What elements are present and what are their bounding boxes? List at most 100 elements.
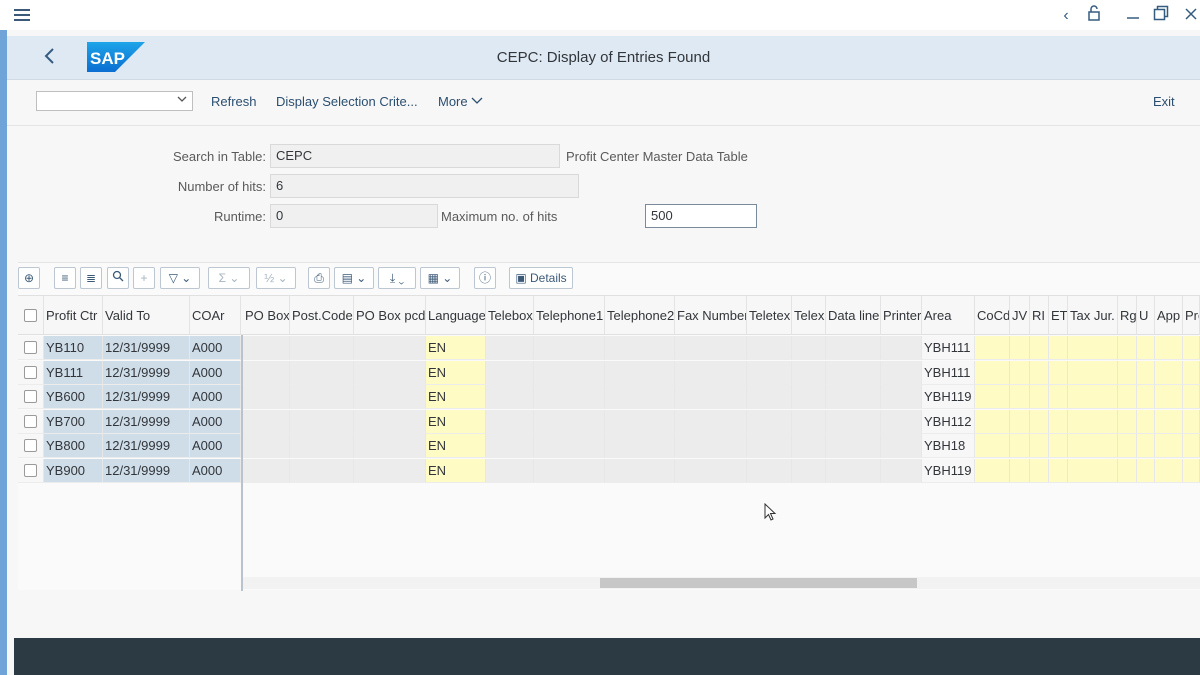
column-header[interactable]: Telebox [486,296,534,335]
column-header[interactable]: Pro [1183,296,1200,335]
exit-button[interactable]: Exit [1153,94,1175,109]
sort-descending-icon[interactable]: ≣ [80,267,102,289]
column-header[interactable]: Printer [881,296,922,335]
scrollbar-thumb[interactable] [600,578,917,588]
column-header[interactable]: COAr [190,296,241,335]
empty-cell [1030,385,1049,409]
restore-icon[interactable] [1150,5,1172,27]
minimize-icon[interactable] [1122,5,1144,27]
subtotal-icon[interactable]: ½ ⌄ [256,267,296,289]
column-header[interactable]: Telephone1 [534,296,605,335]
column-header[interactable]: Telephone2 [605,296,675,335]
empty-cell [792,385,826,409]
empty-cell [486,336,534,360]
search-table-label: Search in Table: [173,149,266,164]
print-icon[interactable]: ⎙ [308,267,330,289]
empty-cell [290,458,354,483]
empty-cell [1010,385,1030,409]
table-row[interactable]: YB700 12/31/9999 A000 EN YBH112 [18,409,1200,434]
empty-cell [1030,360,1049,385]
find-next-icon[interactable]: + [133,267,155,289]
more-button[interactable]: More [438,94,483,109]
column-header[interactable]: Rg [1118,296,1137,335]
table-row[interactable]: YB600 12/31/9999 A000 EN YBH119 [18,385,1200,409]
filter-icon[interactable]: ▽ ⌄ [160,267,200,289]
select-all-checkbox[interactable] [24,309,37,322]
chevron-down-icon [471,97,483,104]
column-header[interactable]: Teletex [747,296,792,335]
empty-cell [1068,434,1118,458]
table-row[interactable]: YB900 12/31/9999 A000 EN YBH119 [18,458,1200,483]
export-icon[interactable]: ⤓ ⌄ [378,267,416,289]
cell-area: YBH119 [922,458,975,483]
empty-cell [881,458,922,483]
row-checkbox[interactable] [24,414,37,428]
maximum-hits-input[interactable]: 500 [645,204,757,228]
cell-valid-to: 12/31/9999 [103,385,190,409]
empty-cell [1118,409,1137,434]
column-header[interactable]: Tax Jur. [1068,296,1118,335]
table-row[interactable]: YB800 12/31/9999 A000 EN YBH18 [18,434,1200,458]
empty-cell [354,434,426,458]
chevron-left-icon[interactable]: ‹ [1055,5,1077,27]
column-header[interactable]: JV [1010,296,1030,335]
empty-cell [826,385,881,409]
empty-cell [605,336,675,360]
table-row[interactable]: YB111 12/31/9999 A000 EN YBH111 [18,360,1200,385]
sort-ascending-icon[interactable]: ≡ [54,267,76,289]
column-header[interactable]: Telex [792,296,826,335]
row-checkbox[interactable] [24,341,37,354]
hamburger-menu-icon[interactable] [14,9,30,21]
column-header[interactable]: Post.Code [290,296,354,335]
empty-cell [354,458,426,483]
cell-valid-to: 12/31/9999 [103,360,190,385]
mouse-cursor-icon [764,503,777,521]
grid-toolbar: ⊕ ≡ ≣ + ▽ ⌄ Σ ⌄ ½ ⌄ ⎙ ▤ ⌄ ⤓ ⌄ ▦ ⌄ ⓘ ▣ De… [18,263,1200,295]
sum-icon[interactable]: Σ ⌄ [208,267,250,289]
empty-cell [534,434,605,458]
details-button[interactable]: ▣ Details [509,267,573,289]
refresh-button[interactable]: Refresh [211,94,257,109]
empty-cell [675,385,747,409]
column-header[interactable]: PO Box pcd [354,296,426,335]
horizontal-scrollbar[interactable] [243,577,1200,589]
search-icon[interactable] [107,267,129,289]
empty-cell [826,336,881,360]
column-header[interactable]: Profit Ctr [44,296,103,335]
column-header[interactable]: ET [1049,296,1068,335]
view-icon[interactable]: ▤ ⌄ [334,267,374,289]
row-checkbox[interactable] [24,390,37,403]
unlock-icon[interactable] [1083,5,1105,27]
table-row[interactable]: YB110 12/31/9999 A000 EN YBH111 [18,336,1200,360]
column-header[interactable]: Language [426,296,486,335]
row-checkbox[interactable] [24,463,37,477]
grid-header-row: Profit Ctr Valid To COAr PO Box Post.Cod… [18,295,1200,335]
window-bar: ‹ [0,0,1200,30]
zoom-icon[interactable]: ⊕ [18,267,40,289]
column-header[interactable]: U [1137,296,1155,335]
empty-cell [675,409,747,434]
row-checkbox[interactable] [24,439,37,452]
maximum-hits-label: Maximum no. of hits [441,209,558,224]
column-header[interactable]: Fax Number [675,296,747,335]
info-icon[interactable]: ⓘ [474,267,496,289]
column-header[interactable]: Data line [826,296,881,335]
variant-select[interactable] [36,91,193,111]
close-icon[interactable] [1180,5,1200,27]
search-table-field: CEPC [270,144,560,168]
layout-icon[interactable]: ▦ ⌄ [420,267,460,289]
column-header[interactable]: Valid To [103,296,190,335]
cell-valid-to: 12/31/9999 [103,409,190,434]
column-header[interactable]: CoCd [975,296,1010,335]
empty-cell [1118,434,1137,458]
chevron-down-icon [176,93,188,108]
empty-cell [534,385,605,409]
runtime-field: 0 [270,204,438,228]
column-header[interactable]: PO Box [243,296,290,335]
column-header[interactable]: Area [922,296,975,335]
display-selection-criteria-button[interactable]: Display Selection Crite... [276,94,418,109]
row-checkbox[interactable] [24,365,37,379]
column-header[interactable]: App [1155,296,1183,335]
column-header[interactable]: RI [1030,296,1049,335]
empty-cell [792,336,826,360]
